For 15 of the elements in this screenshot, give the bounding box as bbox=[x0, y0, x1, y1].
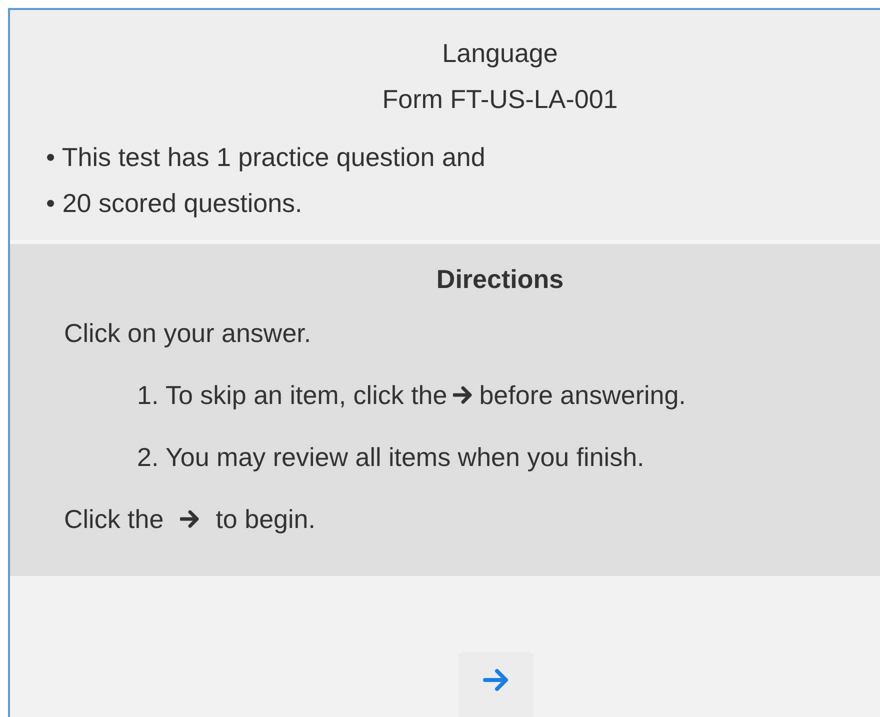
note-text: • This test has 1 practice question and bbox=[46, 141, 486, 174]
instruction-text: to begin. bbox=[216, 504, 316, 534]
arrow-icon bbox=[453, 386, 474, 404]
step-text: before answering. bbox=[479, 380, 686, 410]
test-title: Language bbox=[442, 37, 558, 70]
arrow-icon bbox=[180, 510, 200, 528]
step-text: 2. You may review all items when you finish. bbox=[137, 442, 644, 472]
instruction-text: Click on your answer. bbox=[64, 318, 312, 348]
directions-heading: Directions bbox=[435, 263, 565, 296]
form-code: Form FT-US-LA-001 bbox=[382, 83, 618, 116]
next-button[interactable] bbox=[459, 652, 533, 717]
step-text: 1. To skip an item, click the bbox=[137, 380, 448, 410]
note-text: • 20 scored questions. bbox=[46, 187, 304, 220]
instruction-text: Click the bbox=[64, 504, 164, 534]
arrow-right-icon bbox=[483, 668, 509, 692]
